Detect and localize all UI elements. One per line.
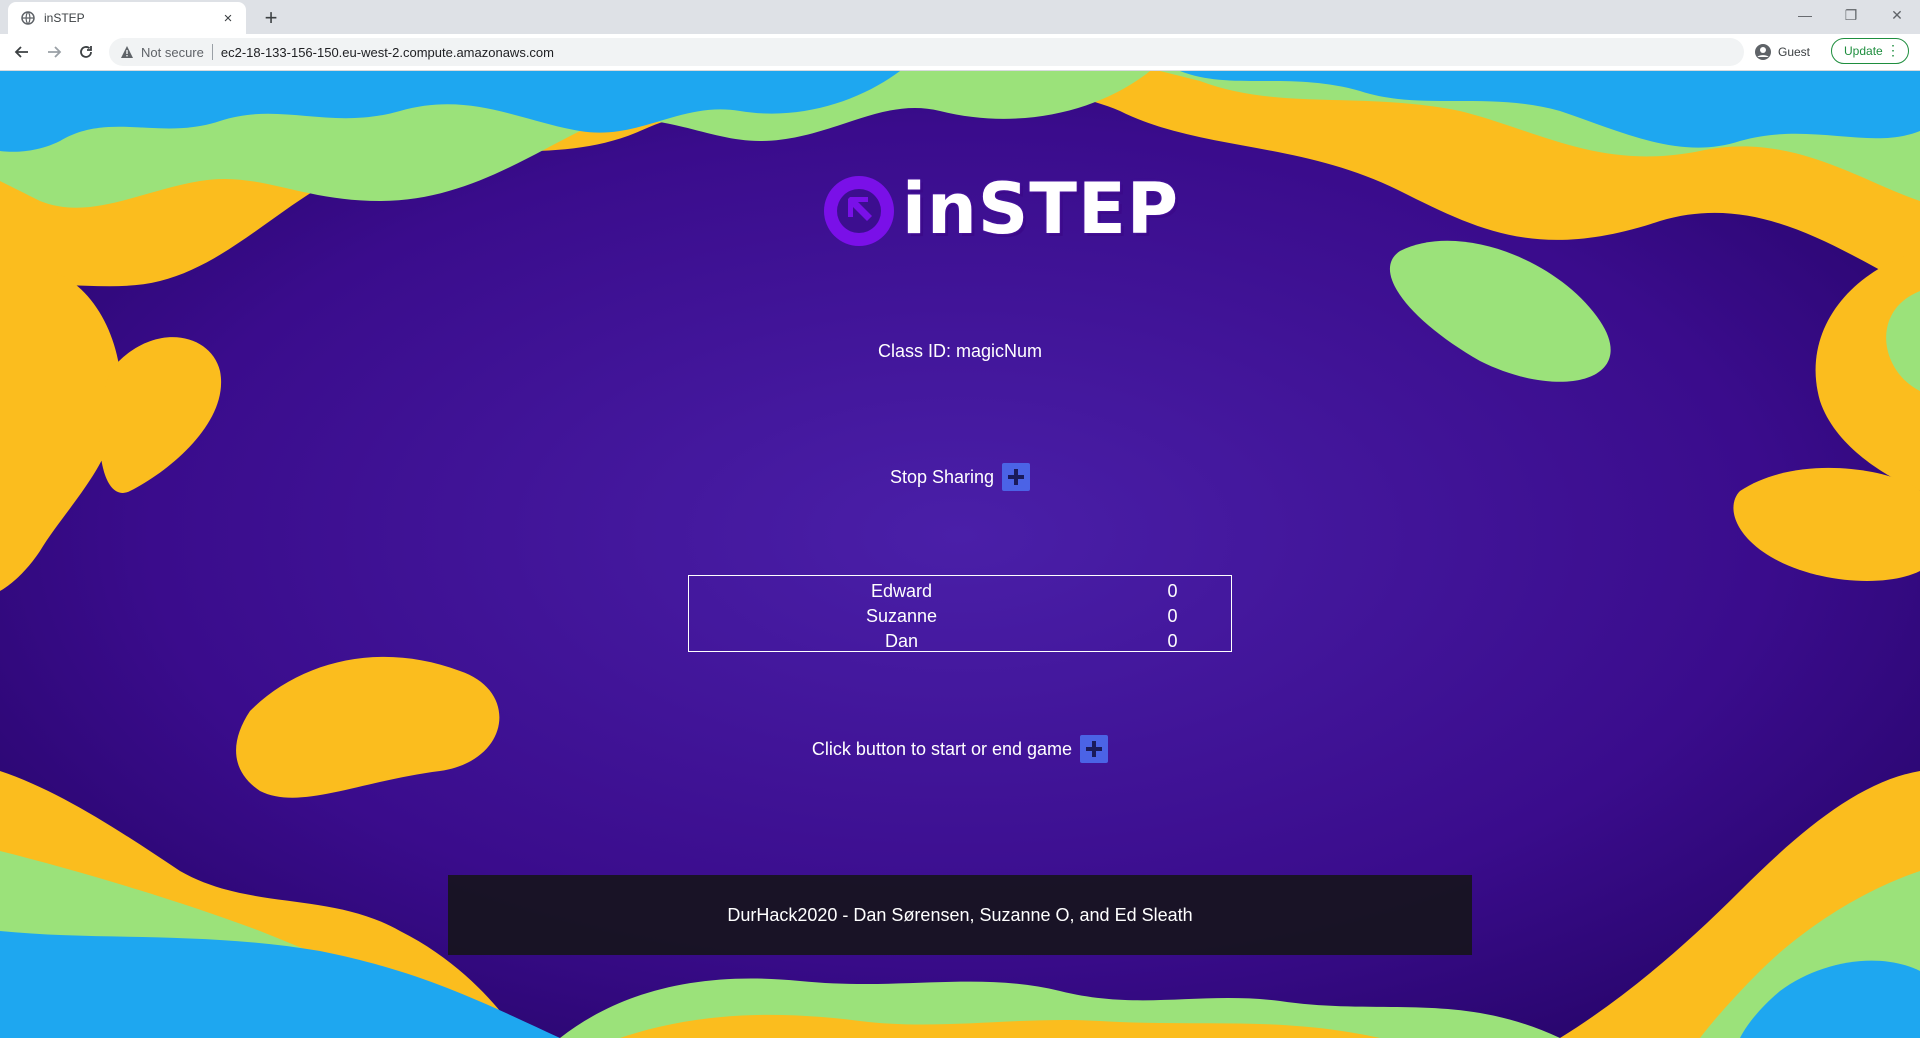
tab-strip: inSTEP × + — ❐ ✕ <box>0 0 1920 34</box>
browser-tab[interactable]: inSTEP × <box>8 2 246 34</box>
back-button[interactable] <box>8 38 36 66</box>
restore-button[interactable]: ❐ <box>1828 0 1874 30</box>
player-name: Edward <box>870 581 933 601</box>
profile-label: Guest <box>1778 45 1811 59</box>
globe-icon <box>20 10 36 26</box>
page-viewport: inSTEP Class ID: magicNum Stop Sharing E… <box>0 71 1920 1038</box>
forward-button[interactable] <box>40 38 68 66</box>
update-button[interactable]: Update ⋮ <box>1831 38 1909 64</box>
player-score: 0 <box>1167 631 1178 651</box>
divider <box>211 44 213 60</box>
sharing-control: Stop Sharing <box>0 463 1920 491</box>
profile-button[interactable]: Guest <box>1754 40 1810 64</box>
arrow-left-icon <box>14 46 28 58</box>
reload-icon <box>80 46 92 58</box>
url-text[interactable]: ec2-18-133-156-150.eu-west-2.compute.ama… <box>221 45 554 60</box>
account-circle-icon <box>1755 44 1771 60</box>
security-label[interactable]: Not secure <box>141 45 204 60</box>
footer-credits: DurHack2020 - Dan Sørensen, Suzanne O, a… <box>448 875 1472 955</box>
stop-sharing-label: Stop Sharing <box>889 466 995 487</box>
player-score: 0 <box>1167 606 1178 626</box>
update-label: Update <box>1844 44 1883 58</box>
minimize-button[interactable]: — <box>1782 0 1828 30</box>
window-close-button[interactable]: ✕ <box>1874 0 1920 30</box>
plus-icon <box>1008 469 1025 485</box>
arrow-right-icon <box>48 46 62 58</box>
table-row: Dan 0 <box>689 629 1231 654</box>
tab-title: inSTEP <box>44 11 85 25</box>
reload-button[interactable] <box>72 38 100 66</box>
stop-sharing-button[interactable] <box>1002 463 1031 491</box>
start-end-game-button[interactable] <box>1080 735 1109 763</box>
table-row: Suzanne 0 <box>689 604 1231 629</box>
player-score: 0 <box>1167 581 1178 601</box>
warning-icon <box>119 44 135 60</box>
browser-toolbar: Not secure ec2-18-133-156-150.eu-west-2.… <box>0 34 1920 71</box>
class-id-label: Class ID: magicNum <box>877 341 1043 361</box>
game-control: Click button to start or end game <box>0 735 1920 763</box>
new-tab-button[interactable]: + <box>258 5 284 31</box>
more-vert-icon[interactable]: ⋮ <box>1886 42 1900 59</box>
logo-wordmark: inSTEP <box>902 168 1180 250</box>
scoreboard-table: Edward 0 Suzanne 0 Dan 0 <box>688 575 1232 652</box>
table-row: Edward 0 <box>689 579 1231 604</box>
plus-icon <box>1086 741 1103 757</box>
player-name: Suzanne <box>865 606 938 626</box>
game-toggle-label: Click button to start or end game <box>811 738 1073 759</box>
player-name: Dan <box>884 631 919 651</box>
footer-text: DurHack2020 - Dan Sørensen, Suzanne O, a… <box>727 904 1193 925</box>
tab-close-button[interactable]: × <box>218 8 238 28</box>
address-bar[interactable]: Not secure ec2-18-133-156-150.eu-west-2.… <box>109 38 1744 66</box>
